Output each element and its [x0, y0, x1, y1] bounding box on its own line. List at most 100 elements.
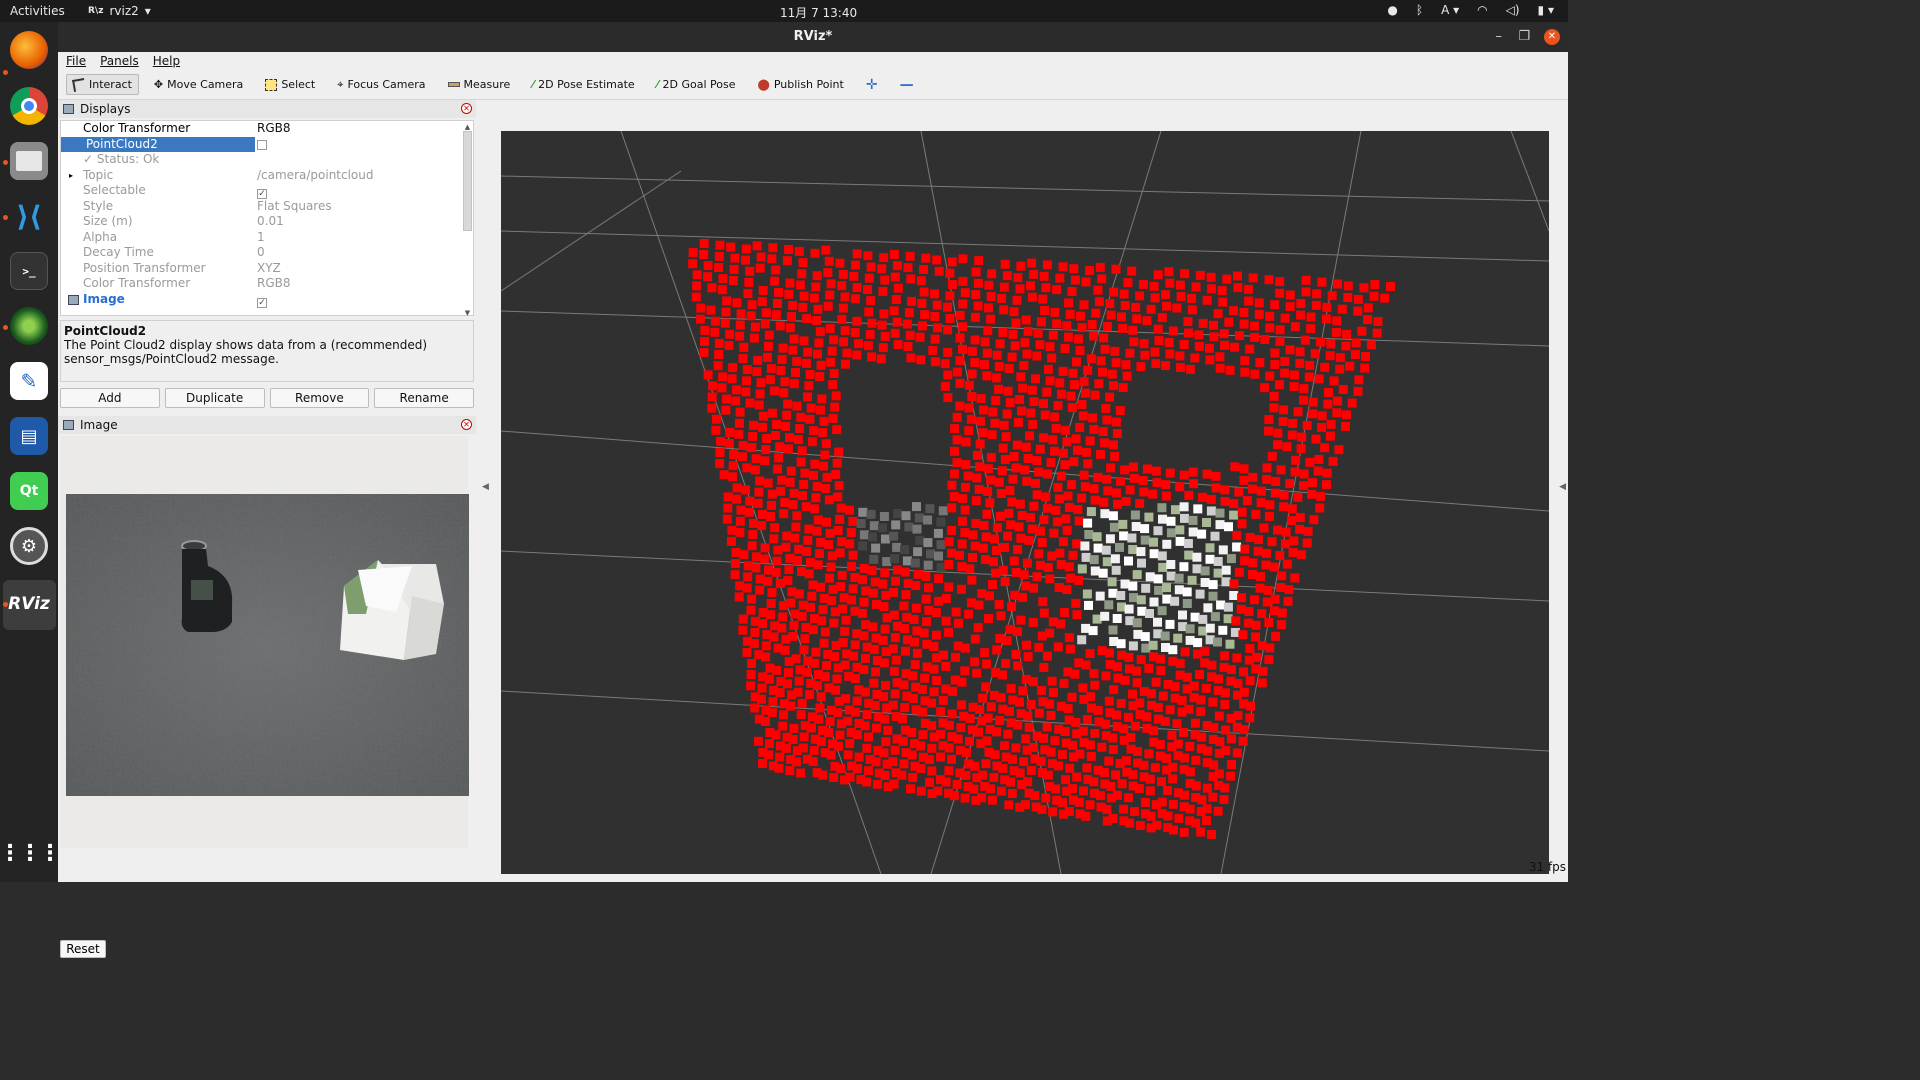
point [1191, 781, 1201, 791]
scroll-thumb[interactable] [463, 131, 472, 231]
point [1018, 686, 1028, 696]
vscode-icon[interactable]: ⟩⟨ [10, 197, 48, 235]
point [1004, 800, 1014, 810]
close-panel-icon[interactable]: ✕ [461, 103, 472, 114]
reset-button[interactable]: Reset [60, 940, 106, 958]
add-tool-button[interactable]: ✛ [859, 73, 885, 97]
point [1309, 515, 1319, 525]
point [1209, 320, 1218, 330]
tool-2d-pose-estimate[interactable]: ⁄ 2D Pose Estimate [525, 74, 641, 95]
tool-interact[interactable]: Interact [66, 74, 139, 95]
expand-arrow-icon[interactable]: ▸ [69, 168, 73, 184]
collapse-right-arrow-icon[interactable]: ◀ [1559, 482, 1566, 492]
image-enable-checkbox[interactable]: ✓ [257, 297, 267, 308]
point [1302, 420, 1312, 430]
restore-icon[interactable]: ❐ [1518, 22, 1530, 52]
rename-button[interactable]: Rename [374, 388, 474, 408]
point [849, 651, 859, 661]
displays-tree[interactable]: Color Transformer RGB8 PointCloud2 ✓ Sta… [60, 120, 474, 317]
tree-row-topic[interactable]: ▸ Topic /camera/pointcloud [61, 168, 473, 184]
close-panel-icon[interactable]: ✕ [461, 419, 472, 430]
point [1053, 642, 1063, 652]
tree-row-position-transformer[interactable]: Position Transformer XYZ [61, 261, 473, 277]
point [891, 295, 901, 304]
point [768, 408, 777, 418]
qt-creator-icon[interactable]: Qt [10, 472, 48, 510]
point [1210, 612, 1220, 622]
settings-gear-icon[interactable]: ⚙ [10, 527, 48, 565]
point [1215, 363, 1225, 373]
menu-panels[interactable]: Panels [100, 52, 139, 70]
point [1304, 372, 1314, 382]
input-method-indicator[interactable]: A ▾ [1441, 3, 1459, 17]
tool-measure[interactable]: Measure [441, 74, 518, 95]
app-menu[interactable]: R\z rviz2 ▾ [88, 4, 151, 18]
point [1030, 791, 1040, 801]
point [995, 511, 1005, 521]
show-apps-grid-icon[interactable]: ⋮⋮⋮ [0, 834, 61, 872]
chrome-icon[interactable] [10, 87, 48, 125]
tool-focus-camera[interactable]: ⌖ Focus Camera [330, 74, 432, 96]
menu-file[interactable]: File [66, 52, 86, 70]
point [868, 532, 877, 542]
point [1156, 654, 1166, 664]
point [1127, 533, 1137, 543]
point [732, 483, 742, 493]
point-cloud-scene[interactable] [501, 131, 1549, 874]
tree-scrollbar[interactable]: ▲ ▼ [463, 123, 472, 317]
collapse-left-arrow-icon[interactable]: ◀ [482, 482, 489, 492]
point [1363, 315, 1373, 325]
system-tray[interactable]: ● ᛒ A ▾ ◠ ◁) ▮ ▾ [1387, 3, 1554, 17]
tool-select[interactable]: Select [258, 74, 322, 95]
image-panel-header[interactable]: Image ✕ [58, 416, 476, 434]
point [957, 700, 966, 710]
add-button[interactable]: Add [60, 388, 160, 408]
minimize-icon[interactable]: – [1496, 22, 1503, 52]
point [958, 494, 968, 504]
remove-tool-button[interactable]: — [893, 73, 921, 97]
point [837, 537, 847, 547]
text-editor-icon[interactable]: ✎ [10, 362, 48, 400]
scroll-down-icon[interactable]: ▼ [463, 309, 472, 317]
activities-button[interactable]: Activities [10, 4, 65, 18]
tree-row-size[interactable]: Size (m) 0.01 [61, 214, 473, 230]
point [888, 700, 898, 710]
tree-row-decay-time[interactable]: Decay Time 0 [61, 245, 473, 261]
scroll-up-icon[interactable]: ▲ [463, 123, 472, 131]
point [906, 784, 915, 794]
tree-row-pointcloud2[interactable]: PointCloud2 [61, 136, 473, 152]
tree-row-selectable[interactable]: Selectable ✓ [61, 183, 473, 199]
remove-button[interactable]: Remove [269, 388, 370, 408]
camera-app-icon[interactable] [10, 307, 48, 345]
selectable-checkbox[interactable]: ✓ [257, 189, 267, 199]
enable-checkbox[interactable] [257, 139, 267, 150]
clock[interactable]: 11月 7 13:40 [780, 4, 857, 21]
point [945, 720, 954, 730]
3d-render-view[interactable] [501, 131, 1549, 874]
menu-help[interactable]: Help [153, 52, 180, 70]
firefox-icon[interactable] [10, 31, 48, 69]
duplicate-button[interactable]: Duplicate [164, 388, 265, 408]
tree-row[interactable]: Color Transformer RGB8 [61, 121, 473, 137]
point [1029, 583, 1039, 593]
tool-move-camera[interactable]: ✥ Move Camera [147, 74, 250, 95]
close-window-icon[interactable]: ✕ [1544, 29, 1560, 45]
rviz-icon[interactable]: RViz [8, 585, 50, 623]
point [1188, 467, 1198, 477]
tool-publish-point[interactable]: ⬤ Publish Point [751, 74, 851, 95]
tree-row-alpha[interactable]: Alpha 1 [61, 230, 473, 246]
tree-row-color-transformer[interactable]: Color Transformer RGB8 [61, 276, 473, 292]
tree-row-status[interactable]: ✓ Status: Ok [61, 152, 473, 168]
tool-2d-goal-pose[interactable]: ⁄ 2D Goal Pose [650, 74, 743, 95]
tree-row-style[interactable]: Style Flat Squares [61, 199, 473, 215]
files-icon[interactable] [10, 142, 48, 180]
point [1153, 324, 1163, 334]
point [1165, 619, 1175, 629]
window-titlebar[interactable]: RViz* – ❐ ✕ [58, 22, 1568, 52]
point [797, 269, 807, 279]
tree-row-image[interactable]: Image ✓ [61, 292, 473, 308]
terminal-icon[interactable]: >_ [10, 252, 48, 290]
displays-panel-header[interactable]: Displays ✕ [58, 100, 476, 118]
point [1215, 520, 1225, 530]
libreoffice-writer-icon[interactable]: ▤ [10, 417, 48, 455]
